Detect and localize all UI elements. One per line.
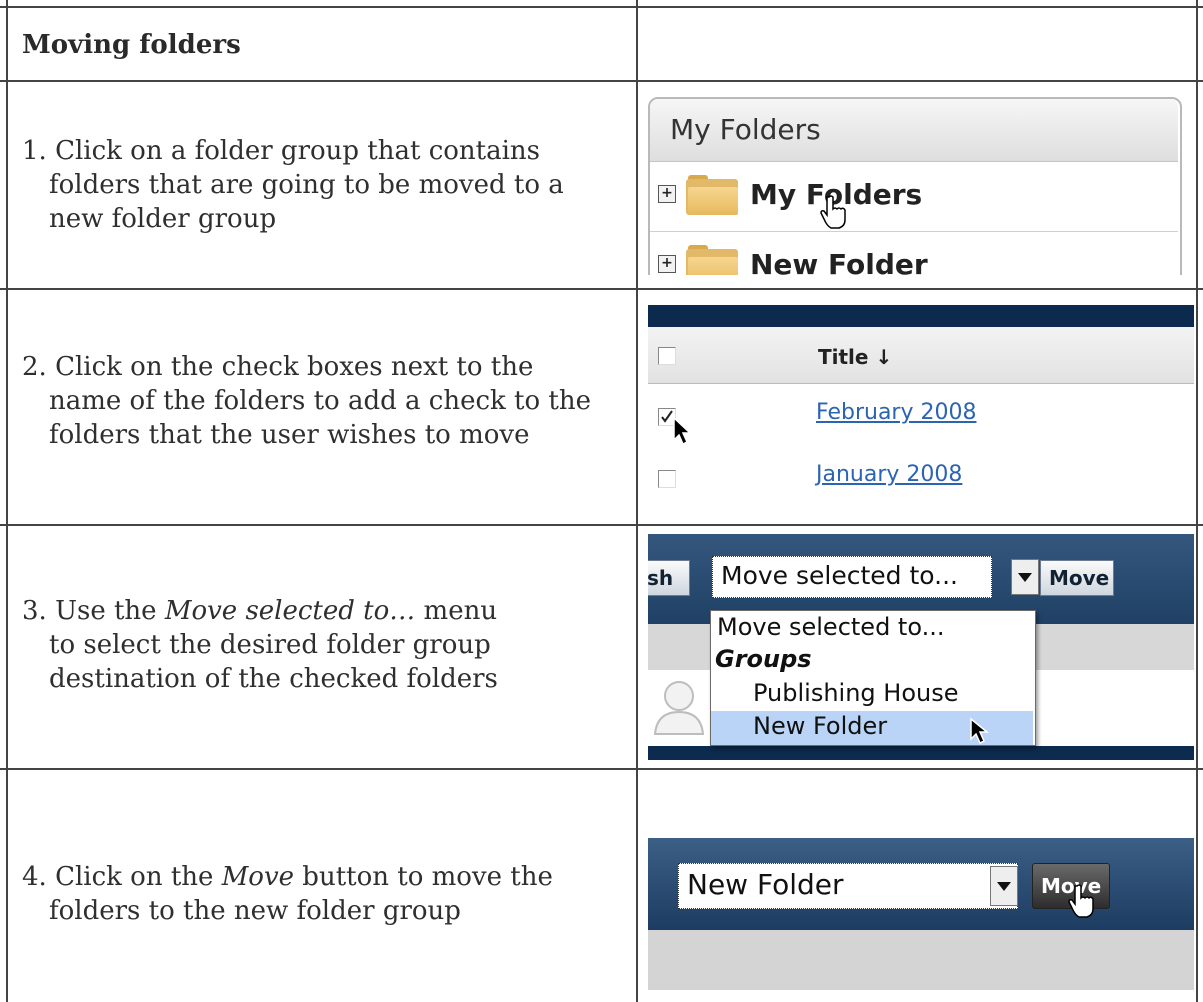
hand-cursor-icon (820, 195, 846, 229)
column-divider (636, 0, 638, 1002)
step-1-line2: folders that are going to be moved to a (49, 170, 564, 200)
row-divider (0, 288, 1203, 290)
arrow-cursor-icon (970, 717, 990, 745)
step-3-line2: to select the desired folder group (49, 630, 491, 660)
page-title: Moving folders (22, 30, 241, 60)
folder-icon (686, 175, 740, 215)
folder-group-new-folder[interactable]: + New Folder (650, 233, 1178, 275)
gray-strip (648, 930, 1194, 990)
table-border-right (1196, 0, 1198, 1002)
menu-option-default[interactable]: Move selected to... (717, 613, 944, 641)
screenshot-my-folders: My Folders + My Folders + New Folder (648, 97, 1194, 275)
step-2-line3: folders that the user wishes to move (49, 420, 530, 450)
arrow-cursor-icon (673, 416, 692, 446)
step-3-line1: 3. Use the Move selected to… menu (22, 596, 497, 626)
folder-link[interactable]: January 2008 (816, 462, 962, 487)
screenshot-move-menu: sh Move selected to... Move Move selecte… (648, 530, 1194, 760)
row-divider (0, 80, 1203, 82)
table-border-left (6, 0, 8, 1002)
destination-dropdown[interactable]: New Folder (678, 863, 1018, 909)
step-2-text: 2. Click on the check boxes next to the … (22, 350, 591, 452)
step-1-line1: 1. Click on a folder group that contains (22, 136, 541, 166)
truncated-button-label: sh (648, 566, 674, 590)
move-button[interactable]: Move (1040, 560, 1114, 596)
menu-option-publishing-house[interactable]: Publishing House (753, 679, 959, 707)
menu-option-new-folder[interactable]: New Folder (753, 712, 887, 740)
plus-icon[interactable]: + (658, 255, 676, 273)
folder-group-my-folders[interactable]: + My Folders (650, 163, 1178, 229)
dropdown-menu: Move selected to... Groups Publishing Ho… (710, 610, 1036, 746)
step-4-suffix: button to move the (294, 862, 553, 892)
row-divider (0, 524, 1203, 526)
plus-icon[interactable]: + (658, 185, 676, 203)
user-avatar-icon (653, 681, 705, 735)
divider (650, 231, 1178, 232)
step-3-italic: Move selected to… (164, 596, 416, 626)
table-border-top (0, 6, 1203, 8)
table-row: February 2008 (648, 384, 1194, 446)
folder-link[interactable]: February 2008 (816, 400, 976, 425)
list-header (648, 327, 1194, 384)
step-1-line3: new folder group (49, 204, 277, 234)
move-button-label: Move (1049, 566, 1110, 590)
step-3-line3: destination of the checked folders (49, 664, 498, 694)
chevron-down-icon[interactable] (990, 866, 1018, 906)
menu-group-label: Groups (715, 645, 812, 673)
dropdown-value: Move selected to... (721, 561, 958, 590)
folder-group-label[interactable]: New Folder (750, 248, 928, 275)
step-1-text: 1. Click on a folder group that contains… (22, 134, 564, 236)
row-divider (0, 768, 1203, 770)
folders-panel-header: My Folders (650, 99, 1178, 162)
step-4-line1: 4. Click on the Move button to move the (22, 862, 553, 892)
select-all-checkbox[interactable] (658, 347, 676, 365)
step-2-line1: 2. Click on the check boxes next to the (22, 352, 534, 382)
folders-panel-title: My Folders (670, 113, 821, 146)
chevron-down-icon[interactable] (1011, 559, 1039, 595)
truncated-button[interactable]: sh (648, 560, 690, 596)
step-4-italic: Move (221, 862, 295, 892)
folder-icon (686, 245, 740, 275)
step-3-text: 3. Use the Move selected to… menu to sel… (22, 594, 498, 696)
table-row: January 2008 (648, 446, 1194, 508)
move-selected-dropdown[interactable]: Move selected to... (712, 556, 1039, 598)
row-checkbox[interactable] (658, 470, 676, 488)
column-title[interactable]: Title ↓ (818, 345, 892, 369)
hand-cursor-icon (1068, 884, 1094, 918)
dropdown-value: New Folder (687, 868, 844, 901)
step-3-suffix: menu (415, 596, 498, 626)
screenshot-move-button: New Folder Move (648, 774, 1194, 1002)
nav-bar (648, 305, 1194, 327)
step-4-text: 4. Click on the Move button to move the … (22, 860, 553, 928)
bottom-bar (648, 746, 1194, 760)
step-4-prefix: 4. Click on the (22, 862, 222, 892)
step-2-line2: name of the folders to add a check to th… (49, 386, 592, 416)
screenshot-folder-list: Title ↓ February 2008 January 2008 (648, 301, 1194, 515)
step-3-prefix: 3. Use the (22, 596, 165, 626)
step-4-line2: folders to the new folder group (49, 896, 461, 926)
